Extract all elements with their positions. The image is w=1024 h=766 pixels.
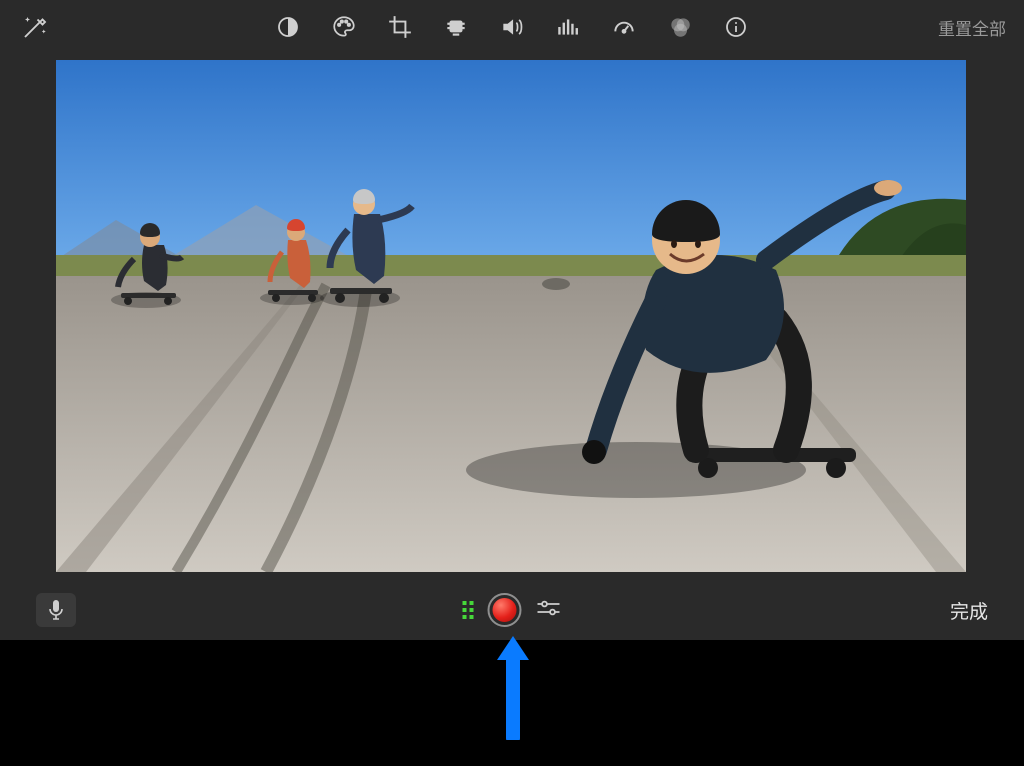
magic-wand-icon[interactable] xyxy=(18,10,52,44)
color-balance-icon[interactable] xyxy=(663,10,697,44)
info-icon[interactable] xyxy=(719,10,753,44)
equalizer-icon[interactable] xyxy=(551,10,585,44)
record-button-icon xyxy=(493,598,517,622)
volume-icon[interactable] xyxy=(495,10,529,44)
record-button[interactable] xyxy=(488,593,522,627)
done-button[interactable]: 完成 xyxy=(950,597,988,624)
speedometer-icon[interactable] xyxy=(607,10,641,44)
editor-toolbar: 重置全部 xyxy=(0,0,1024,54)
video-editor-window: 重置全部 xyxy=(0,0,1024,640)
crop-icon[interactable] xyxy=(383,10,417,44)
contrast-icon[interactable] xyxy=(271,10,305,44)
reset-all-button[interactable]: 重置全部 xyxy=(938,15,1006,40)
stabilize-icon[interactable] xyxy=(439,10,473,44)
palette-icon[interactable] xyxy=(327,10,361,44)
countdown-dots-icon xyxy=(463,601,474,619)
video-preview xyxy=(56,60,966,572)
annotation-arrow xyxy=(493,630,533,740)
voiceover-options-icon[interactable] xyxy=(536,598,562,623)
microphone-icon[interactable] xyxy=(36,593,76,627)
recording-bottombar: 完成 xyxy=(0,580,1024,640)
